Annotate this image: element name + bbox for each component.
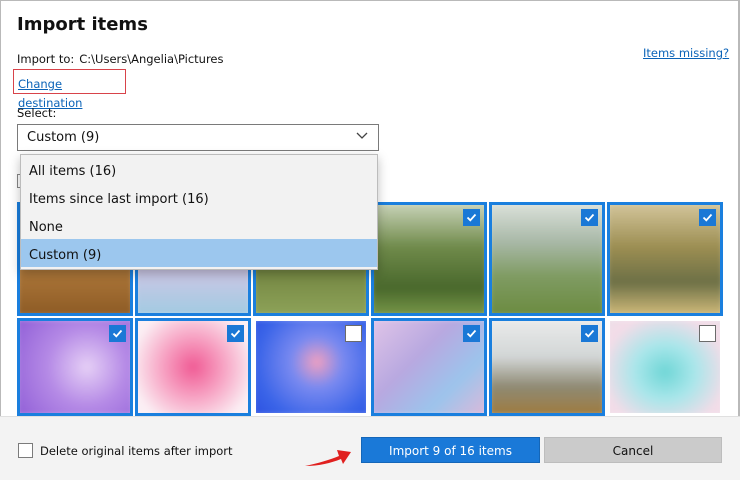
- option-all-items[interactable]: All items (16): [21, 155, 377, 183]
- photo-tile[interactable]: [489, 318, 605, 416]
- checkmark-icon: [112, 329, 123, 338]
- photo-tile[interactable]: [371, 202, 487, 316]
- delete-originals-checkbox[interactable]: [18, 443, 33, 458]
- photo-checkbox[interactable]: [109, 325, 126, 342]
- option-none[interactable]: None: [21, 211, 377, 239]
- photo-tile[interactable]: [607, 318, 723, 416]
- photo-tile[interactable]: [489, 202, 605, 316]
- import-to-label: Import to:: [17, 52, 75, 66]
- photo-tile[interactable]: [607, 202, 723, 316]
- red-arrow-annotation: [305, 450, 351, 466]
- select-label: Select:: [17, 106, 57, 120]
- import-path: C:\Users\Angelia\Pictures: [79, 52, 224, 66]
- photo-checkbox[interactable]: [581, 325, 598, 342]
- delete-originals-label: Delete original items after import: [40, 444, 233, 458]
- checkmark-icon: [466, 213, 477, 222]
- photo-checkbox[interactable]: [227, 325, 244, 342]
- option-since-last-import[interactable]: Items since last import (16): [21, 183, 377, 211]
- select-dropdown[interactable]: Custom (9): [17, 124, 379, 151]
- checkmark-icon: [230, 329, 241, 338]
- photo-checkbox[interactable]: [463, 209, 480, 226]
- option-custom[interactable]: Custom (9): [21, 239, 377, 267]
- photo-checkbox[interactable]: [699, 325, 716, 342]
- change-destination-highlight: Change destination: [13, 69, 126, 110]
- cancel-button[interactable]: Cancel: [544, 437, 722, 463]
- items-missing-link[interactable]: Items missing?: [643, 46, 729, 60]
- checkmark-icon: [584, 213, 595, 222]
- photo-checkbox[interactable]: [581, 209, 598, 226]
- photo-tile[interactable]: [253, 318, 369, 416]
- checkmark-icon: [702, 213, 713, 222]
- photo-checkbox[interactable]: [345, 325, 362, 342]
- import-button[interactable]: Import 9 of 16 items: [361, 437, 540, 463]
- checkmark-icon: [584, 329, 595, 338]
- import-destination: Import to: C:\Users\Angelia\Pictures: [17, 52, 224, 66]
- dialog-title: Import items: [17, 14, 148, 35]
- select-options-list: All items (16) Items since last import (…: [20, 154, 378, 270]
- photo-tile[interactable]: [371, 318, 487, 416]
- checkmark-icon: [466, 329, 477, 338]
- photo-checkbox[interactable]: [463, 325, 480, 342]
- select-current-value: Custom (9): [27, 130, 100, 145]
- photo-checkbox[interactable]: [699, 209, 716, 226]
- photo-tile[interactable]: [17, 318, 133, 416]
- chevron-down-icon: [356, 132, 368, 139]
- photo-tile[interactable]: [135, 318, 251, 416]
